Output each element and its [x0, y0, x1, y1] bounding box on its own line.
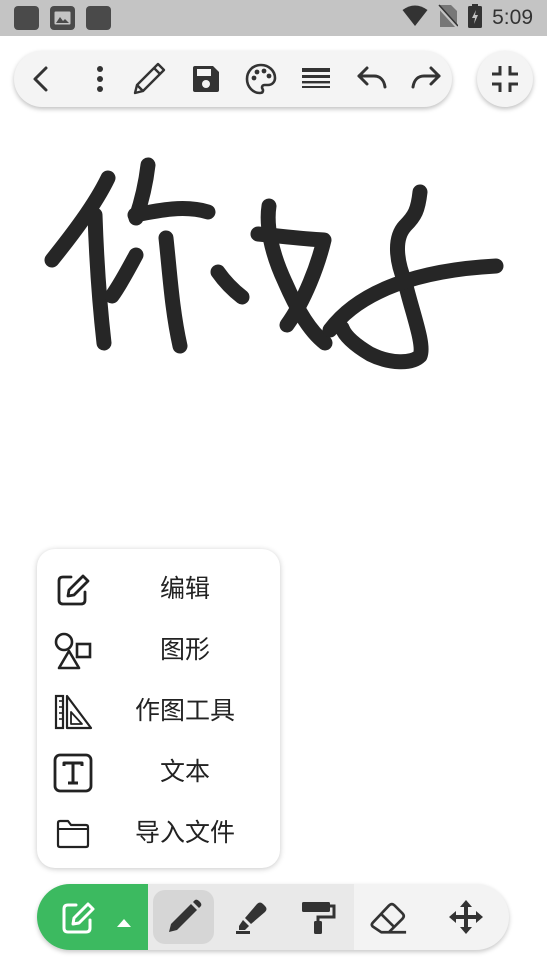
tool-menu: 编辑 图形 作图工具 文本 导入文件: [37, 549, 280, 868]
edit-icon: [60, 900, 96, 940]
eraser-button[interactable]: [368, 897, 408, 937]
pen-tools-group: [148, 884, 354, 950]
menu-item-edit[interactable]: 编辑: [37, 558, 280, 619]
app-icon: [86, 6, 111, 30]
highlighter-button[interactable]: [232, 897, 272, 937]
shapes-icon: [53, 631, 93, 671]
menu-item-label: 文本: [159, 757, 210, 786]
paint-roller-icon: [302, 902, 336, 934]
menu-item-drawing-tools[interactable]: 作图工具: [37, 680, 280, 741]
paint-roller-button[interactable]: [298, 897, 338, 937]
menu-item-import-file[interactable]: 导入文件: [37, 802, 280, 863]
menu-item-shapes[interactable]: 图形: [37, 619, 280, 680]
menu-item-label: 编辑: [159, 574, 210, 603]
app-icon: [14, 6, 39, 30]
menu-item-label: 导入文件: [134, 818, 235, 847]
pen-button[interactable]: [153, 890, 214, 944]
menu-item-text[interactable]: 文本: [37, 741, 280, 802]
status-system: 5:09: [402, 4, 533, 32]
move-button[interactable]: [446, 897, 486, 937]
no-sim-icon: [437, 4, 460, 32]
highlighter-icon: [236, 902, 267, 934]
edit-icon: [53, 570, 93, 610]
status-notifications: [14, 6, 111, 30]
text-icon: [53, 753, 93, 793]
status-time: 5:09: [492, 6, 533, 29]
wifi-icon: [402, 5, 428, 31]
folder-icon: [53, 814, 93, 854]
pen-icon: [165, 898, 203, 940]
image-icon: [50, 6, 75, 30]
menu-item-label: 图形: [159, 635, 210, 664]
mode-selector-button[interactable]: [37, 884, 148, 950]
caret-up-icon: [116, 913, 132, 932]
bottom-toolbar: [37, 884, 509, 950]
status-bar: 5:09: [0, 0, 547, 36]
battery-icon: [468, 4, 483, 32]
menu-item-label: 作图工具: [134, 696, 235, 725]
move-icon: [449, 900, 483, 934]
eraser-icon: [370, 902, 407, 934]
ruler-triangle-icon: [53, 692, 93, 732]
